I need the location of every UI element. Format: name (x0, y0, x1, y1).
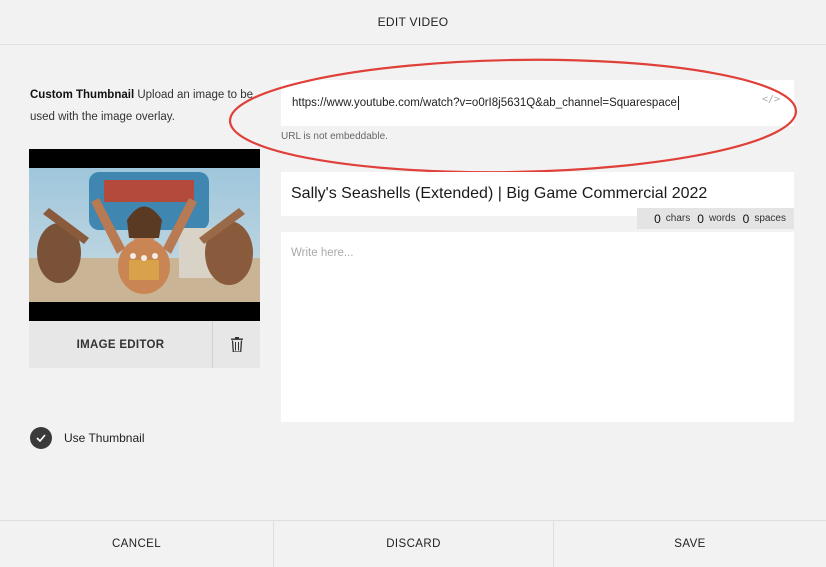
thumbnail-label: Custom Thumbnail (30, 89, 135, 101)
chars-count: 0 (654, 211, 661, 226)
chars-label: chars (665, 213, 691, 224)
check-icon (36, 434, 46, 442)
dialog-title: EDIT VIDEO (377, 15, 449, 29)
image-editor-button[interactable]: IMAGE EDITOR (29, 321, 213, 368)
thumbnail-image (29, 168, 260, 302)
words-label: words (708, 213, 736, 224)
cancel-label: CANCEL (111, 538, 162, 550)
character-counter: 0 chars 0 words 0 spaces (637, 208, 794, 229)
dialog-header: EDIT VIDEO (0, 0, 826, 45)
delete-thumbnail-button[interactable] (213, 321, 260, 368)
description-placeholder: Write here... (291, 247, 354, 259)
spaces-label: spaces (754, 213, 786, 224)
use-thumbnail-label: Use Thumbnail (64, 431, 145, 445)
thumbnail-description: Custom Thumbnail Upload an image to be u… (30, 84, 255, 128)
discard-label: DISCARD (386, 538, 441, 550)
discard-button[interactable]: DISCARD (274, 521, 554, 567)
cancel-button[interactable]: CANCEL (0, 521, 274, 567)
thumbnail-actions: IMAGE EDITOR (29, 321, 260, 368)
use-thumbnail-toggle[interactable]: Use Thumbnail (30, 427, 144, 449)
save-button[interactable]: SAVE (554, 521, 826, 567)
dialog-footer: CANCEL DISCARD SAVE (0, 520, 826, 567)
spaces-count: 0 (742, 211, 750, 226)
save-label: SAVE (674, 538, 706, 550)
image-editor-label: IMAGE EDITOR (76, 338, 165, 351)
video-description-field[interactable]: Write here... (281, 232, 794, 422)
video-title-input[interactable]: Sally's Seashells (Extended) | Big Game … (291, 185, 707, 203)
trash-icon (230, 337, 243, 352)
annotation-circle (228, 58, 798, 174)
checkbox-checked[interactable] (30, 427, 52, 449)
words-count: 0 (697, 211, 704, 226)
